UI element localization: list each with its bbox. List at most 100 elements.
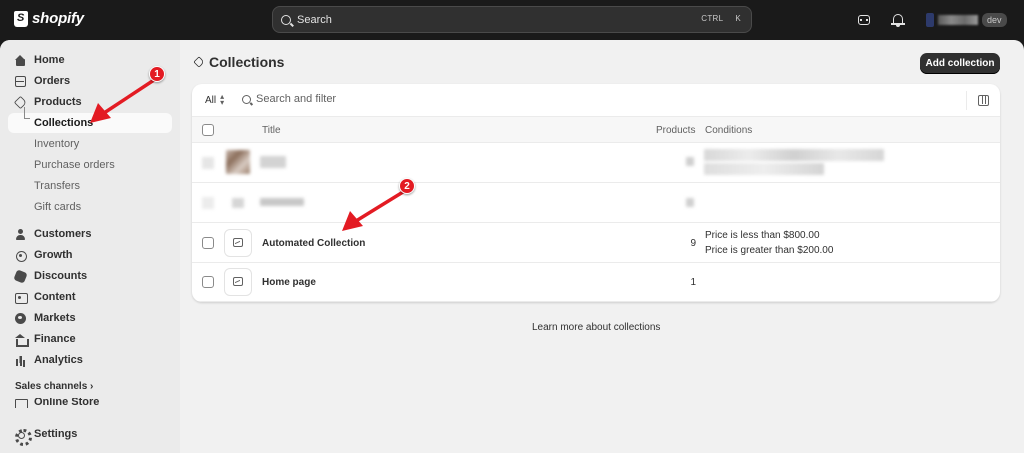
nav-content[interactable]: Content [8,287,172,307]
nav-transfers-label: Transfers [34,180,81,192]
discount-icon [15,271,26,282]
nav-analytics[interactable]: Analytics [8,350,172,370]
nav-markets-label: Markets [34,312,76,324]
nav-products[interactable]: Products [8,92,172,112]
bar-chart-icon [15,355,26,366]
nav-online-store-label: Online Store [34,398,100,408]
nav-collections[interactable]: Collections [8,107,172,133]
collection-title-link[interactable]: Home page [262,277,316,288]
title-blurred [260,156,286,168]
nav-orders-label: Orders [34,75,71,87]
store-icon [15,398,28,408]
sales-channels-header[interactable]: Sales channels › [15,381,93,392]
divider [966,91,967,110]
nav-inventory[interactable]: Inventory [8,134,172,154]
global-search-input[interactable]: Search CTRL K [272,6,752,33]
collection-thumbnail [224,268,252,296]
gear-icon [15,428,32,446]
sort-updown-icon: ▴ ▾ [220,92,225,107]
notifications-bell-icon[interactable] [890,12,906,28]
nav-home-label: Home [34,54,65,66]
nav-orders[interactable]: Orders [8,71,172,91]
nav-purchase-orders-label: Purchase orders [34,159,115,171]
table-row-automated-collection[interactable]: Automated Collection 9 Price is less tha… [192,223,1000,263]
top-bar: shopify Search CTRL K dev [0,0,1024,40]
nav-gift-cards-label: Gift cards [34,201,82,213]
view-all-label: All [205,94,217,106]
column-conditions: Conditions [705,125,753,136]
brand-name: shopify [32,10,84,27]
person-icon [15,228,26,240]
conditions-blurred-2 [704,163,824,175]
store-avatar [926,13,934,27]
nav-content-label: Content [34,291,76,303]
sidekick-icon[interactable] [856,12,872,28]
home-icon [15,54,26,66]
conditions-cell: Price is less than $800.00 Price is grea… [705,228,833,258]
columns-icon[interactable] [978,95,989,106]
page-title-text: Collections [209,54,285,70]
nav-customers[interactable]: Customers [8,224,172,244]
view-all-tab[interactable]: All ▴ ▾ [205,92,225,107]
globe-icon [15,312,26,324]
nav-growth[interactable]: Growth [8,245,172,265]
add-collection-button[interactable]: Add collection [920,53,1000,74]
learn-more-link[interactable]: Learn more about collections [532,322,660,333]
store-menu[interactable]: dev [926,12,1007,28]
nav-markets[interactable]: Markets [8,308,172,328]
collection-image-blurred [226,150,250,174]
condition-text: Price is greater than $200.00 [705,245,834,256]
row-checkbox[interactable] [202,237,214,249]
nav-settings-label: Settings [34,428,78,440]
nav-analytics-label: Analytics [34,354,83,366]
nav-collections-label: Collections [34,117,94,129]
nav-finance[interactable]: Finance [8,329,172,349]
search-and-filter-button[interactable]: Search and filter [242,93,336,105]
nav-discounts[interactable]: Discounts [8,266,172,286]
store-name-blurred [938,15,978,25]
tree-branch-icon [24,107,30,119]
image-placeholder-icon [233,277,243,286]
title-blurred [260,198,304,206]
nav-products-label: Products [34,96,82,108]
row-checkbox[interactable] [202,276,214,288]
column-products[interactable]: Products [656,125,695,136]
page-title: Collections [193,54,285,70]
bank-icon [15,333,29,347]
condition-text: Price is less than $800.00 [705,230,820,241]
nav-gift-cards[interactable]: Gift cards [8,197,172,217]
table-row[interactable] [192,143,1000,183]
nav-transfers[interactable]: Transfers [8,176,172,196]
annotation-marker-1: 1 [149,66,165,82]
image-placeholder-icon [233,238,243,247]
shopify-logo[interactable]: shopify [14,10,84,27]
conditions-blurred-1 [704,149,884,161]
chevron-right-icon: › [90,381,94,392]
search-icon [242,94,251,104]
collection-image-blurred [232,198,244,208]
count-blurred [686,198,694,207]
collection-title-link[interactable]: Automated Collection [262,238,365,249]
nav-finance-label: Finance [34,333,76,345]
product-count: 9 [690,238,696,249]
nav-home[interactable]: Home [8,50,172,70]
table-header: Title Products Conditions [192,117,1000,143]
search-and-filter-label: Search and filter [256,93,337,105]
count-blurred [686,157,694,166]
row-checkbox-blurred [202,197,214,209]
nav-purchase-orders[interactable]: Purchase orders [8,155,172,175]
shortcut-k: K [735,14,741,23]
nav-online-store[interactable]: Online Store [8,398,172,408]
table-row-home-page[interactable]: Home page 1 [192,263,1000,302]
collection-thumbnail [224,229,252,257]
select-all-checkbox[interactable] [202,124,214,136]
shortcut-ctrl: CTRL [701,14,724,23]
table-row[interactable] [192,183,1000,223]
nav-discounts-label: Discounts [34,270,88,282]
row-checkbox-blurred [202,157,214,169]
filter-bar: All ▴ ▾ Search and filter [192,84,1000,117]
column-title[interactable]: Title [262,125,281,136]
annotation-marker-2: 2 [399,178,415,194]
nav-settings[interactable]: Settings [8,424,172,446]
admin-shell: Home Orders Products Collections Invento… [0,40,1024,453]
